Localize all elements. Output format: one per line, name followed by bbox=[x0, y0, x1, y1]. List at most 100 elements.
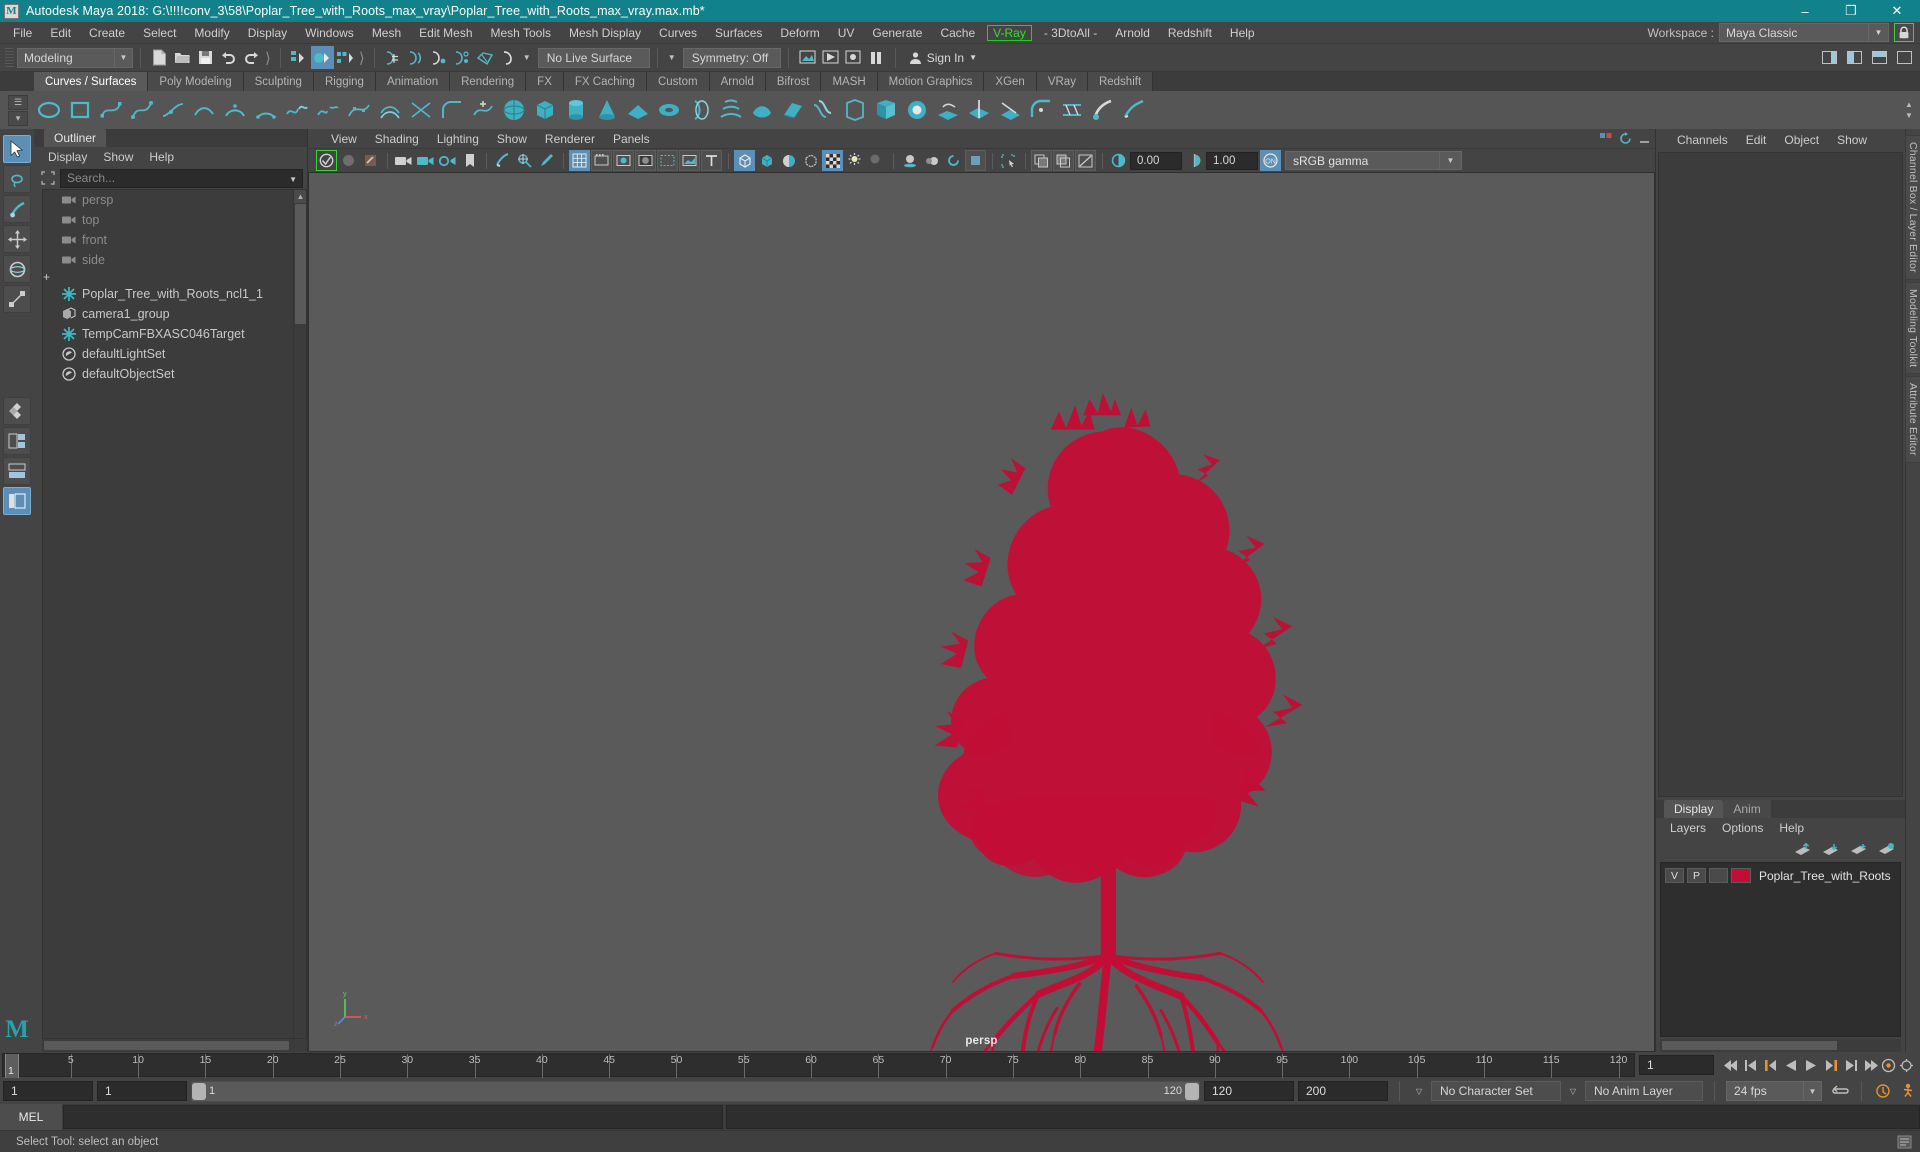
side-tab-channel-box[interactable]: Channel Box / Layer Editor bbox=[1905, 135, 1920, 280]
character-animation-icon[interactable] bbox=[1897, 1081, 1917, 1102]
animation-end-time-field[interactable]: 200 bbox=[1298, 1081, 1388, 1101]
ep-curve-tool-icon[interactable] bbox=[127, 96, 156, 125]
shelf-tab-animation[interactable]: Animation bbox=[375, 72, 451, 91]
text-overlay-icon[interactable] bbox=[701, 150, 722, 171]
outliner-menu-show[interactable]: Show bbox=[95, 149, 141, 165]
shelf-tab-rigging[interactable]: Rigging bbox=[313, 72, 376, 91]
channel-box-content[interactable] bbox=[1658, 152, 1903, 797]
menu-select[interactable]: Select bbox=[134, 24, 185, 42]
chevron-down-icon[interactable]: ▼ bbox=[1804, 1081, 1822, 1101]
smooth-shade-all-icon[interactable] bbox=[756, 150, 777, 171]
character-set-dropdown-arrow[interactable]: ▽ bbox=[1411, 1087, 1427, 1096]
outliner-item-front[interactable]: front bbox=[43, 230, 306, 250]
outliner-item-default-light-set[interactable]: defaultLightSet bbox=[43, 344, 306, 364]
side-tab-attribute-editor[interactable]: Attribute Editor bbox=[1905, 376, 1920, 463]
create-empty-layer-icon[interactable] bbox=[1850, 843, 1867, 856]
resolution-gate-icon[interactable] bbox=[613, 150, 634, 171]
lasso-tool-icon[interactable] bbox=[3, 165, 31, 193]
layer-color-swatch[interactable] bbox=[1731, 868, 1751, 883]
outliner-item-tempcam-target[interactable]: TempCamFBXASC046Target bbox=[43, 324, 306, 344]
shelf-menu-button[interactable]: ☰ bbox=[8, 94, 28, 110]
animation-start-time-field[interactable]: 1 bbox=[3, 1081, 93, 1101]
shelf-tab-fx-caching[interactable]: FX Caching bbox=[563, 72, 647, 91]
surface-editing-tool-icon[interactable] bbox=[1119, 96, 1148, 125]
scale-tool-icon[interactable] bbox=[3, 285, 31, 313]
scrollbar-thumb[interactable] bbox=[44, 1041, 289, 1050]
use-all-lights-icon[interactable] bbox=[844, 150, 865, 171]
layer-horizontal-scrollbar[interactable] bbox=[1660, 1039, 1901, 1052]
scrollbar-thumb[interactable] bbox=[1662, 1041, 1837, 1050]
shelf-tab-curves-surfaces[interactable]: Curves / Surfaces bbox=[34, 72, 149, 91]
shelf-tab-xgen[interactable]: XGen bbox=[984, 72, 1037, 91]
sidebar-toggle-2-icon[interactable] bbox=[1843, 46, 1866, 69]
two-pane-stacked-layout-icon[interactable] bbox=[3, 457, 31, 485]
animation-preferences-icon[interactable] bbox=[1899, 1058, 1914, 1073]
list-item[interactable]: top bbox=[43, 210, 306, 230]
isolate-select-icon[interactable] bbox=[998, 150, 1019, 171]
menu-redshift[interactable]: Redshift bbox=[1159, 24, 1221, 42]
layer-menu-help[interactable]: Help bbox=[1771, 820, 1812, 836]
channelbox-menu-show[interactable]: Show bbox=[1828, 132, 1876, 148]
film-gate-icon[interactable] bbox=[591, 150, 612, 171]
snap-to-point-icon[interactable] bbox=[428, 46, 451, 69]
menu-set-dropdown[interactable]: Modeling ▼ bbox=[17, 47, 133, 68]
bounding-box-display-icon[interactable] bbox=[800, 150, 821, 171]
command-language-tab[interactable]: MEL bbox=[0, 1104, 62, 1130]
detach-curves-icon[interactable] bbox=[313, 96, 342, 125]
outliner-item-camera1-group[interactable]: camera1_group bbox=[43, 304, 306, 324]
boundary-icon[interactable] bbox=[840, 96, 869, 125]
screen-space-ao-icon[interactable] bbox=[899, 150, 920, 171]
extrude-icon[interactable] bbox=[778, 96, 807, 125]
shelf-tab-redshift[interactable]: Redshift bbox=[1087, 72, 1154, 91]
expand-toggle-icon[interactable]: + bbox=[43, 270, 50, 284]
chevron-down-icon[interactable]: ▼ bbox=[1869, 23, 1889, 42]
save-scene-icon[interactable] bbox=[194, 46, 217, 69]
snap-to-view-plane-icon[interactable] bbox=[474, 46, 497, 69]
menu-surfaces[interactable]: Surfaces bbox=[706, 24, 771, 42]
snap-to-grid-icon[interactable] bbox=[382, 46, 405, 69]
layer-tab-anim[interactable]: Anim bbox=[1723, 800, 1771, 818]
menu-file[interactable]: File bbox=[4, 24, 41, 42]
bookmark-icon[interactable] bbox=[459, 150, 480, 171]
channelbox-menu-object[interactable]: Object bbox=[1775, 132, 1828, 148]
nurbs-cone-icon[interactable] bbox=[592, 96, 621, 125]
curve-fillet-icon[interactable] bbox=[437, 96, 466, 125]
playback-speed-value[interactable]: 24 fps bbox=[1726, 1081, 1804, 1101]
menu-mesh-display[interactable]: Mesh Display bbox=[560, 24, 650, 42]
stitch-surfaces-icon[interactable] bbox=[1057, 96, 1086, 125]
step-forward-key-icon[interactable] bbox=[1821, 1055, 1841, 1076]
xray-joints-icon[interactable] bbox=[1053, 150, 1074, 171]
arc-two-point-icon[interactable] bbox=[251, 96, 280, 125]
viewport-refresh-icon[interactable] bbox=[1619, 132, 1632, 145]
multisample-aa-icon[interactable] bbox=[943, 150, 964, 171]
viewport-menu-lighting[interactable]: Lighting bbox=[428, 131, 488, 147]
nurbs-torus-icon[interactable] bbox=[654, 96, 683, 125]
chevron-down-icon[interactable]: ▼ bbox=[665, 53, 679, 62]
workspace-dropdown[interactable]: Maya Classic ▼ bbox=[1719, 23, 1889, 42]
offset-curve-icon[interactable] bbox=[375, 96, 404, 125]
script-editor-icon[interactable] bbox=[1897, 1135, 1912, 1149]
go-to-end-icon[interactable] bbox=[1861, 1055, 1881, 1076]
outliner-item-poplar-tree[interactable]: Poplar_Tree_with_Roots_ncl1_1 bbox=[43, 284, 306, 304]
ipr-render-icon[interactable] bbox=[819, 46, 842, 69]
channelbox-menu-edit[interactable]: Edit bbox=[1737, 132, 1776, 148]
play-forwards-icon[interactable] bbox=[1801, 1055, 1821, 1076]
surface-fillet-icon[interactable] bbox=[1026, 96, 1055, 125]
create-layer-from-selection-icon[interactable] bbox=[1878, 842, 1895, 856]
range-end-handle[interactable] bbox=[1185, 1082, 1199, 1100]
gate-mask-icon[interactable] bbox=[635, 150, 656, 171]
open-scene-icon[interactable] bbox=[171, 46, 194, 69]
shelf-tab-poly-modeling[interactable]: Poly Modeling bbox=[148, 72, 244, 91]
snap-to-curve-icon[interactable] bbox=[405, 46, 428, 69]
menu-uv[interactable]: UV bbox=[829, 24, 864, 42]
arc-three-point-icon[interactable] bbox=[220, 96, 249, 125]
shelf-tab-sculpting[interactable]: Sculpting bbox=[243, 72, 314, 91]
move-tool-icon[interactable] bbox=[3, 225, 31, 253]
playback-end-time-field[interactable]: 120 bbox=[1204, 1081, 1294, 1101]
shelf-tab-vray[interactable]: VRay bbox=[1036, 72, 1088, 91]
chevron-down-icon[interactable]: ▼ bbox=[969, 53, 977, 62]
outliner-tab[interactable]: Outliner bbox=[44, 129, 107, 147]
shelf-tab-motion-graphics[interactable]: Motion Graphics bbox=[877, 72, 985, 91]
revolve-icon[interactable] bbox=[685, 96, 714, 125]
chevron-down-icon[interactable]: ▼ bbox=[115, 47, 133, 68]
